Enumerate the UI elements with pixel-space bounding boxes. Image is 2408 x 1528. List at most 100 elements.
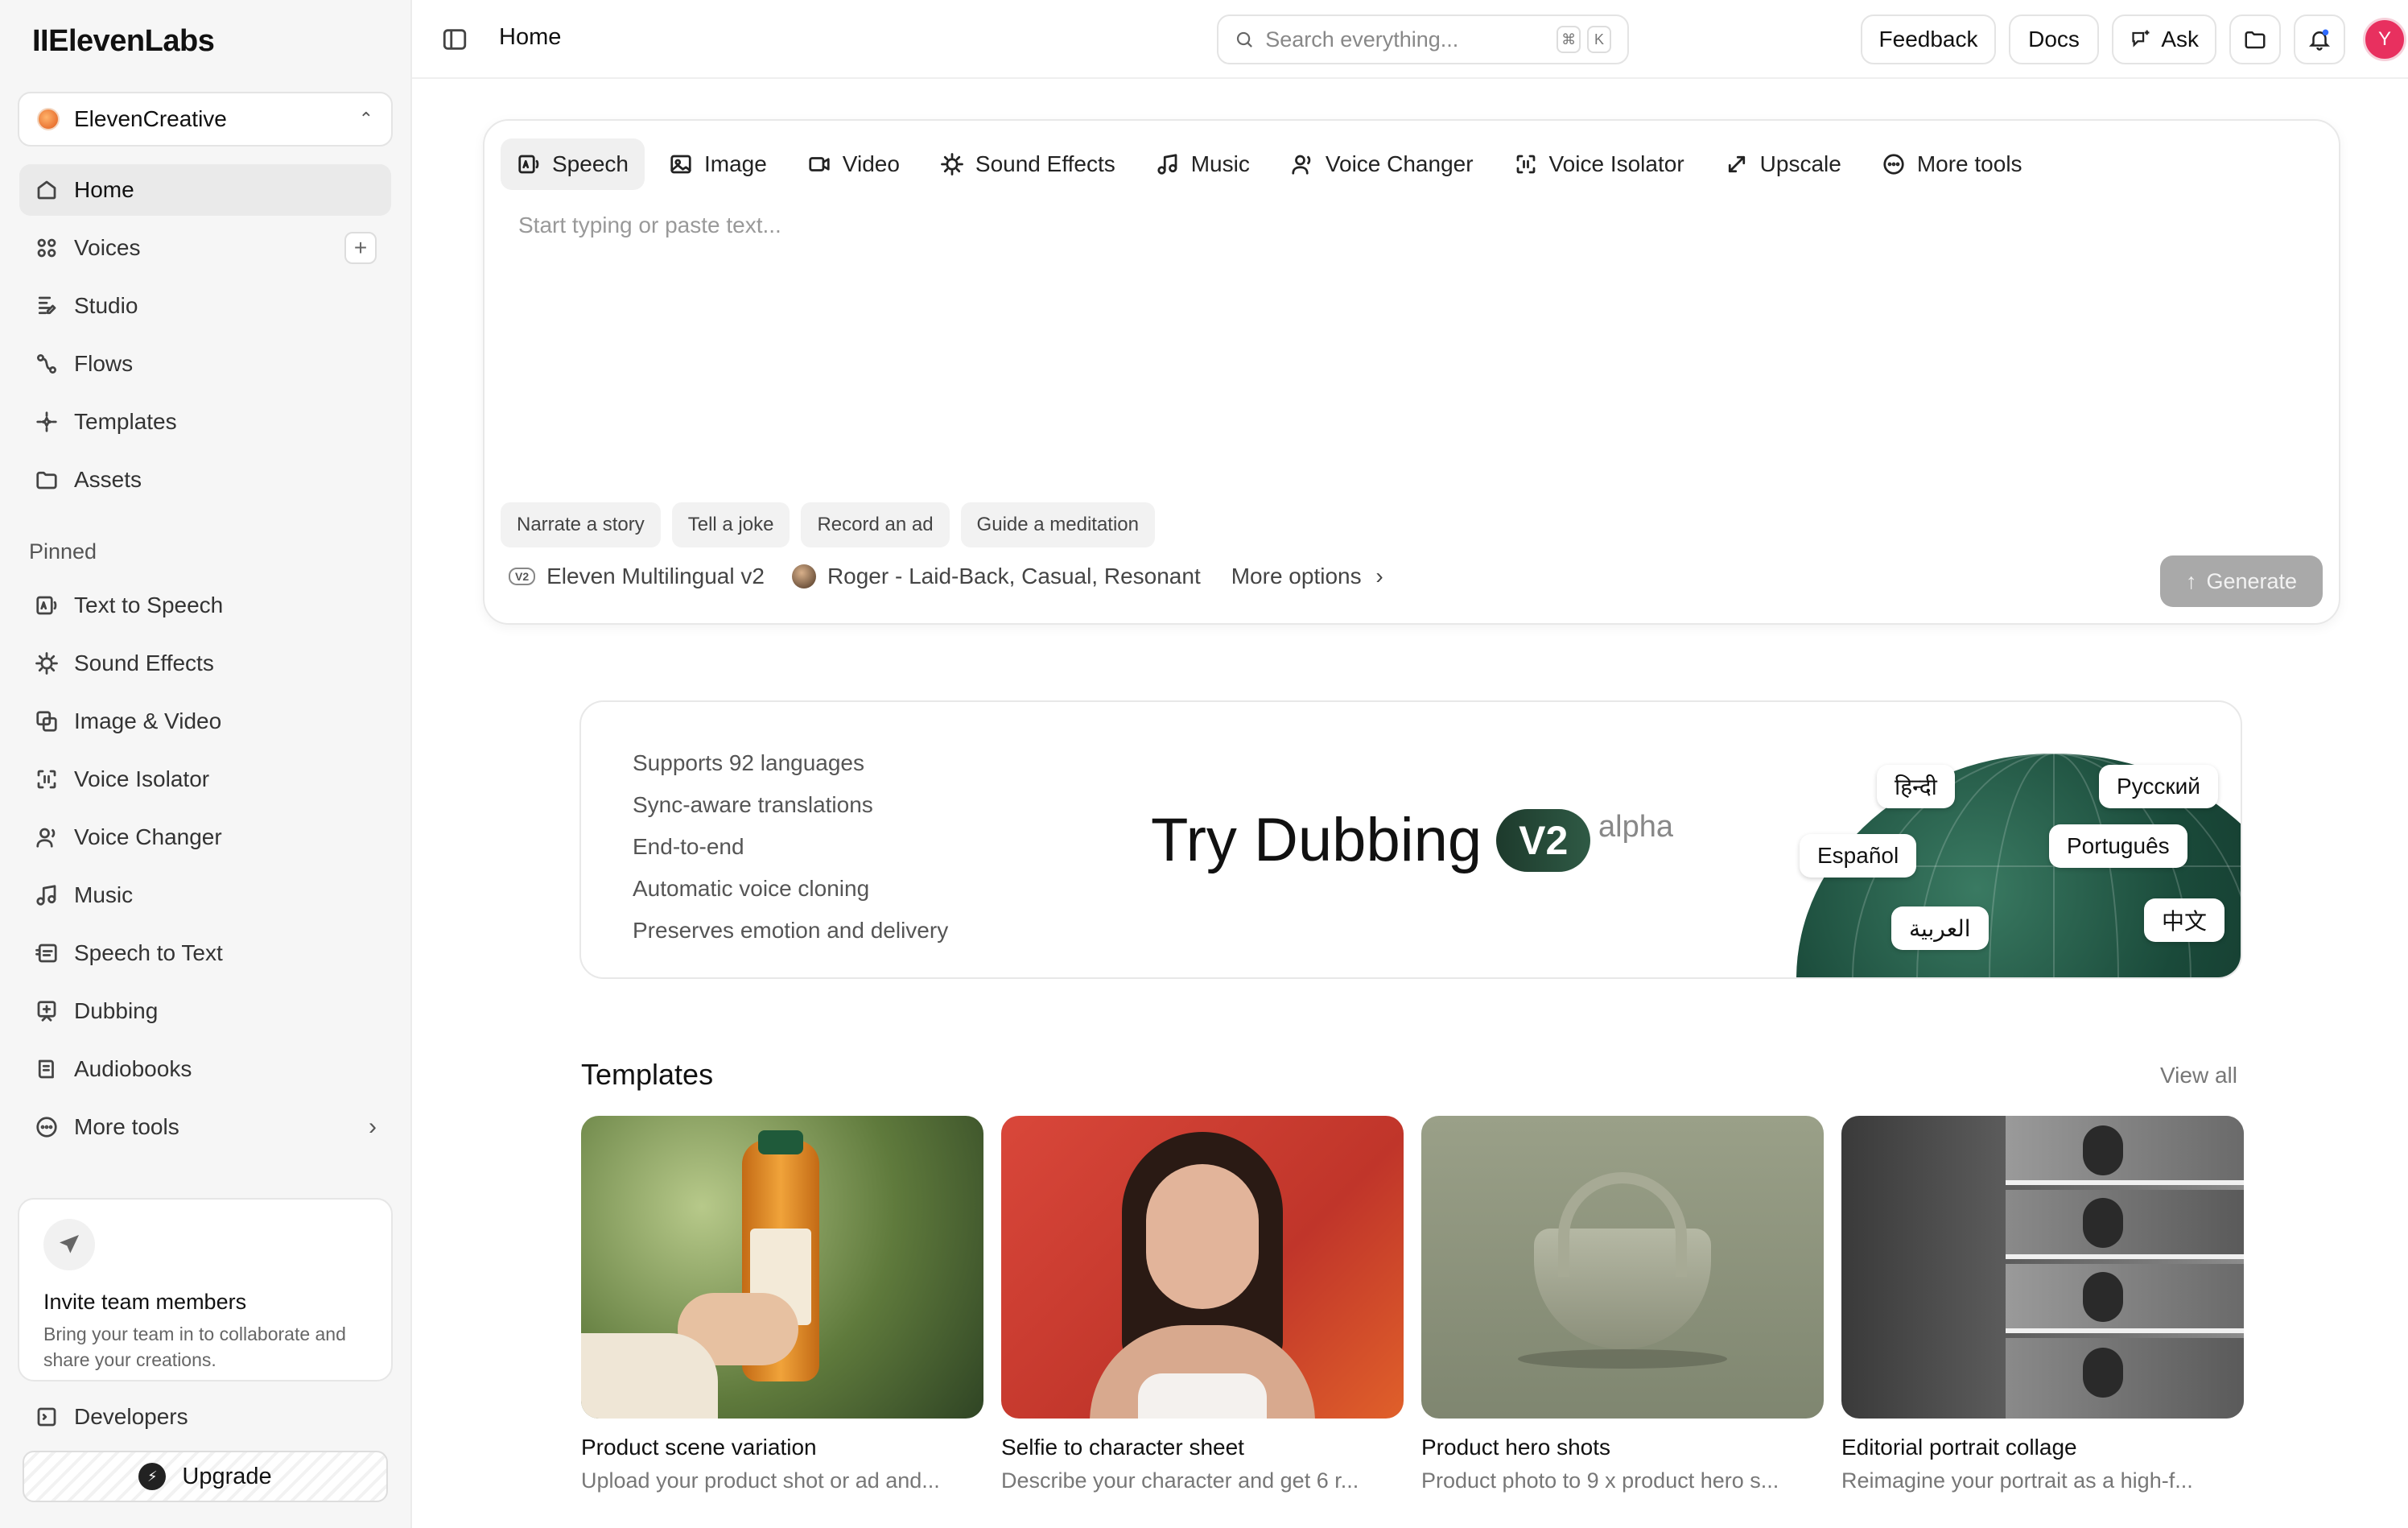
suggestion-chip[interactable]: Record an ad — [801, 502, 950, 547]
tab-music[interactable]: Music — [1140, 138, 1266, 190]
sidebar-item-label: Audiobooks — [74, 1056, 192, 1081]
sidebar-item-text-to-speech[interactable]: Text to Speech — [19, 580, 391, 631]
user-avatar[interactable]: Y — [2363, 18, 2406, 61]
home-icon — [34, 177, 60, 203]
sidebar-item-speech-to-text[interactable]: Speech to Text — [19, 927, 391, 979]
sidebar-item-label: Assets — [74, 467, 142, 492]
template-description: Reimagine your portrait as a high-f... — [1841, 1468, 2193, 1493]
sidebar-item-audiobooks[interactable]: Audiobooks — [19, 1043, 391, 1095]
sidebar-item-studio[interactable]: Studio — [19, 280, 391, 332]
template-card[interactable]: Selfie to character sheet Describe your … — [1001, 1116, 1404, 1493]
feature-item: Supports 92 languages — [633, 750, 864, 775]
template-title: Product scene variation — [581, 1435, 817, 1460]
ask-button[interactable]: Ask — [2112, 14, 2216, 64]
sidebar-item-label: Dubbing — [74, 998, 159, 1023]
sidebar-item-home[interactable]: Home — [19, 164, 391, 216]
voice-selector[interactable]: Roger - Laid-Back, Casual, Resonant — [827, 564, 1201, 589]
view-all-templates-link[interactable]: View all — [2160, 1063, 2237, 1088]
tab-video[interactable]: Video — [791, 138, 916, 190]
bell-icon — [2308, 29, 2331, 51]
sidebar-item-flows[interactable]: Flows — [19, 338, 391, 390]
upgrade-button[interactable]: ⚡ Upgrade — [23, 1451, 388, 1502]
voice-changer-icon — [34, 824, 60, 850]
add-voice-button[interactable]: + — [344, 232, 377, 264]
templates-section-title: Templates — [581, 1058, 714, 1091]
docs-button[interactable]: Docs — [2009, 14, 2099, 64]
template-thumbnail-editorial-collage — [1841, 1116, 2244, 1419]
toggle-sidebar-icon[interactable] — [441, 26, 468, 53]
pinned-section-label: Pinned — [29, 539, 97, 564]
tab-voice-changer[interactable]: Voice Changer — [1274, 138, 1490, 190]
template-card[interactable]: Editorial portrait collage Reimagine you… — [1841, 1116, 2244, 1493]
template-card[interactable]: Product hero shots Product photo to 9 x … — [1421, 1116, 1824, 1493]
sidebar-item-voices[interactable]: Voices + — [19, 222, 391, 274]
suggestion-chip[interactable]: Tell a joke — [671, 502, 790, 547]
model-selector[interactable]: Eleven Multilingual v2 — [546, 564, 765, 589]
sidebar-item-image-video[interactable]: Image & Video — [19, 696, 391, 747]
sidebar-item-developers[interactable]: Developers — [19, 1391, 391, 1443]
sidebar-item-voice-changer[interactable]: Voice Changer — [19, 811, 391, 863]
notifications-button[interactable] — [2294, 14, 2345, 64]
sidebar-item-dubbing[interactable]: Dubbing — [19, 985, 391, 1037]
brand-logo[interactable]: IIElevenLabs — [32, 24, 215, 59]
feature-list: Supports 92 languages Sync-aware transla… — [633, 742, 948, 952]
search-box[interactable]: ⌘ K — [1217, 14, 1629, 64]
workspace-switcher[interactable]: ElevenCreative ⌃ — [18, 92, 393, 147]
files-button[interactable] — [2229, 14, 2281, 64]
template-title: Selfie to character sheet — [1001, 1435, 1244, 1460]
tab-sound-effects[interactable]: Sound Effects — [924, 138, 1132, 190]
tab-more-tools[interactable]: More tools — [1866, 138, 2039, 190]
feedback-button[interactable]: Feedback — [1861, 14, 1996, 64]
sidebar-item-label: Studio — [74, 293, 138, 318]
generate-button[interactable]: ↑ Generate — [2160, 555, 2323, 607]
suggestion-chip[interactable]: Guide a meditation — [960, 502, 1156, 547]
dubbing-promo-banner[interactable]: Supports 92 languages Sync-aware transla… — [579, 700, 2242, 979]
ask-sparkle-icon — [2132, 30, 2150, 47]
sidebar-item-label: More tools — [74, 1114, 179, 1139]
search-input[interactable] — [1265, 27, 1551, 52]
sidebar-item-sound-effects[interactable]: Sound Effects — [19, 638, 391, 689]
tab-voice-isolator[interactable]: Voice Isolator — [1498, 138, 1701, 190]
music-note-icon — [1157, 154, 1177, 175]
face-image — [1146, 1164, 1259, 1309]
image-video-icon — [34, 708, 60, 734]
white-top-image — [1138, 1373, 1267, 1419]
feature-item: Preserves emotion and delivery — [633, 918, 949, 943]
suggestion-chip[interactable]: Narrate a story — [501, 502, 661, 547]
arrow-up-icon: ↑ — [2185, 568, 2197, 593]
top-bar: Home ⌘ K Feedback Docs Ask Y — [412, 0, 2408, 79]
template-card[interactable]: Product scene variation Upload your prod… — [581, 1116, 983, 1493]
sidebar-item-label: Image & Video — [74, 708, 222, 733]
music-note-icon — [34, 882, 60, 908]
portrait-strip-1 — [2006, 1116, 2244, 1185]
tab-speech[interactable]: Speech — [501, 138, 645, 190]
invite-card[interactable]: Invite team members Bring your team in t… — [18, 1198, 393, 1381]
sidebar-item-more-tools[interactable]: More tools › — [19, 1101, 391, 1153]
language-pill: Português — [2049, 824, 2187, 868]
handbag-strap-image — [1558, 1172, 1687, 1277]
more-dots-icon — [34, 1114, 60, 1140]
sidebar-item-label: Templates — [74, 409, 177, 434]
dubbing-icon — [34, 998, 60, 1024]
more-options-button[interactable]: More options › — [1231, 564, 1383, 589]
feature-item: Sync-aware translations — [633, 792, 873, 817]
sidebar-item-voice-isolator[interactable]: Voice Isolator — [19, 754, 391, 805]
sidebar-item-assets[interactable]: Assets — [19, 454, 391, 506]
template-thumbnail-product-scene — [581, 1116, 983, 1419]
developers-icon — [34, 1404, 60, 1430]
template-description: Describe your character and get 6 r... — [1001, 1468, 1359, 1493]
feature-item: Automatic voice cloning — [633, 876, 870, 901]
sidebar-item-music[interactable]: Music — [19, 869, 391, 921]
tab-image[interactable]: Image — [653, 138, 783, 190]
tab-label: Voice Isolator — [1548, 151, 1684, 176]
options-bar: V2 Eleven Multilingual v2 Roger - Laid-B… — [509, 564, 1383, 589]
generate-label: Generate — [2206, 568, 2298, 593]
dubbing-title-text: Try Dubbing — [1151, 806, 1482, 874]
v2-badge: V2 — [1496, 808, 1591, 872]
workspace-name: ElevenCreative — [74, 106, 227, 131]
portrait-head-4 — [2083, 1348, 2123, 1398]
sidebar: IIElevenLabs ElevenCreative ⌃ Home Voice… — [0, 0, 412, 1528]
tab-upscale[interactable]: Upscale — [1709, 138, 1858, 190]
flows-icon — [34, 351, 60, 377]
sidebar-item-templates[interactable]: Templates — [19, 396, 391, 448]
